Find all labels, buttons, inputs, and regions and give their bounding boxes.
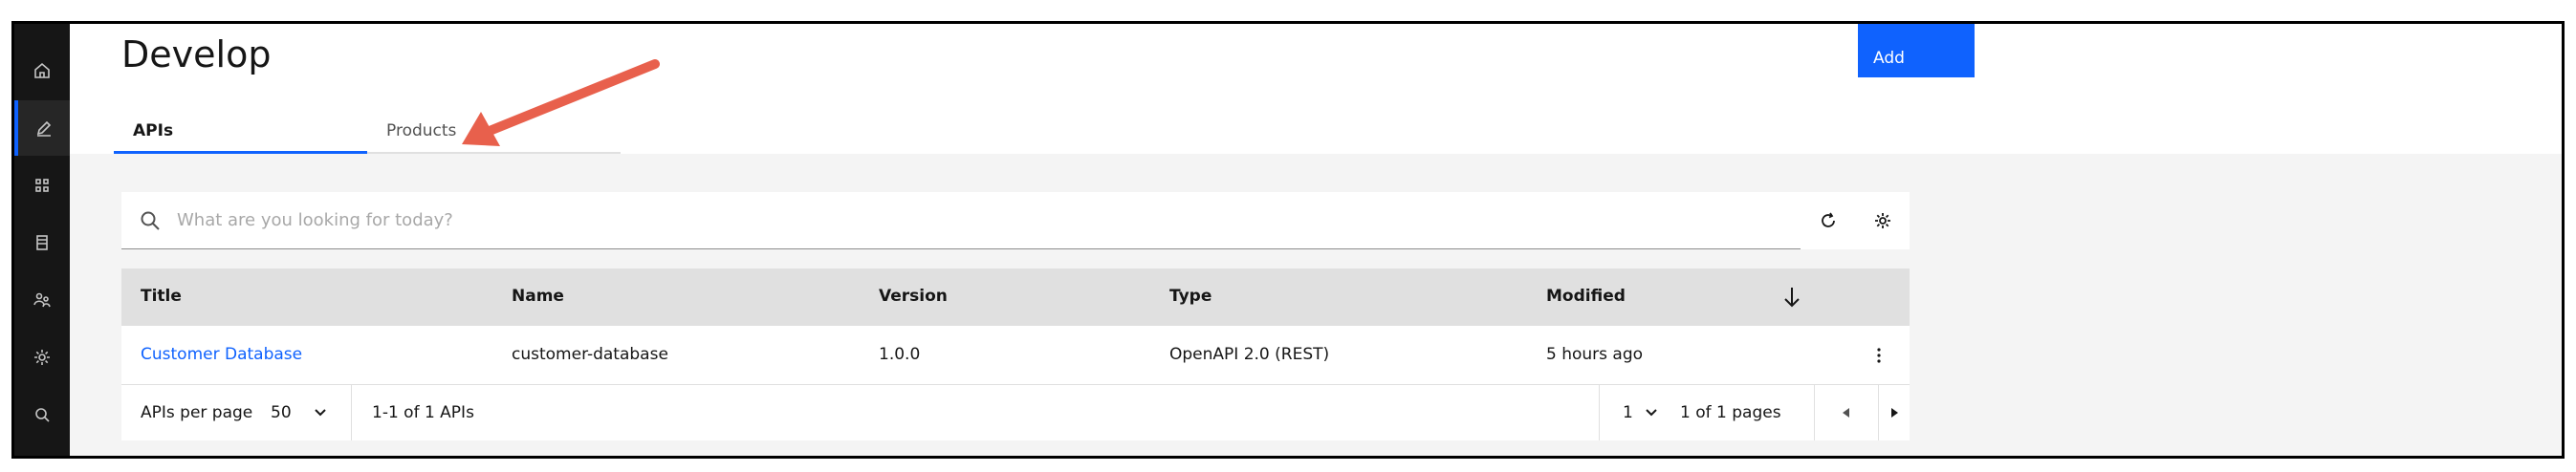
api-version: 1.0.0: [879, 345, 921, 364]
column-header-version[interactable]: Version: [879, 287, 948, 306]
chevron-down-icon[interactable]: [1644, 404, 1659, 419]
caret-left-icon: [1843, 408, 1849, 418]
search-field: [121, 192, 1801, 249]
page-header: Develop Add APIs Products: [70, 24, 2562, 154]
nav-catalog[interactable]: [14, 215, 70, 270]
table-row[interactable]: Customer Database customer-database 1.0.…: [121, 326, 1910, 385]
table-settings-button[interactable]: [1855, 192, 1910, 249]
api-modified: 5 hours ago: [1546, 345, 1644, 364]
search-input[interactable]: [177, 192, 1783, 247]
search-bar: [121, 192, 1910, 249]
sort-descending-icon[interactable]: [1780, 284, 1803, 311]
app-frame: Develop Add APIs Products Title Name Ver…: [11, 21, 2565, 459]
column-header-type[interactable]: Type: [1169, 287, 1212, 306]
search-icon: [141, 211, 160, 230]
items-per-page-select[interactable]: 50: [271, 403, 292, 422]
refresh-icon: [1821, 212, 1835, 227]
pagination: APIs per page 50 1-1 of 1 APIs 1 1 of 1 …: [121, 385, 1910, 440]
divider: [351, 385, 352, 440]
caret-right-icon: [1891, 408, 1898, 418]
nav-manage[interactable]: [14, 158, 70, 213]
nav-search[interactable]: [14, 387, 70, 442]
tab-apis[interactable]: APIs: [114, 118, 367, 154]
home-icon: [34, 62, 50, 78]
grid-icon: [35, 179, 49, 192]
nav-develop[interactable]: [14, 100, 70, 156]
column-header-title[interactable]: Title: [141, 287, 182, 306]
side-nav-rail: [14, 24, 70, 456]
api-name: customer-database: [512, 345, 668, 364]
refresh-button[interactable]: [1801, 192, 1855, 249]
api-title-link[interactable]: Customer Database: [141, 345, 302, 364]
apis-table: Title Name Version Type Modified Custome…: [121, 268, 1910, 440]
nav-home[interactable]: [14, 43, 70, 98]
divider: [1599, 385, 1600, 440]
previous-page-button[interactable]: [1815, 385, 1878, 440]
add-button[interactable]: Add: [1858, 24, 1975, 77]
item-range-text: 1-1 of 1 APIs: [372, 403, 474, 422]
nav-settings[interactable]: [14, 330, 70, 385]
catalog-icon: [36, 235, 48, 250]
api-type: OpenAPI 2.0 (REST): [1169, 345, 1330, 364]
items-per-page-label: APIs per page: [141, 403, 253, 422]
table-header-row: Title Name Version Type Modified: [121, 268, 1910, 326]
annotation-arrow: [462, 59, 660, 146]
page-title: Develop: [121, 33, 272, 75]
edit-icon: [36, 120, 52, 137]
page-range-text: 1 of 1 pages: [1680, 403, 1781, 422]
settings-icon: [34, 350, 50, 365]
next-page-button[interactable]: [1879, 385, 1910, 440]
settings-icon: [1874, 213, 1890, 228]
nav-members[interactable]: [14, 272, 70, 328]
column-header-modified[interactable]: Modified: [1546, 287, 1626, 306]
overflow-menu-icon[interactable]: [1869, 343, 1888, 368]
column-header-name[interactable]: Name: [512, 287, 564, 306]
page-select[interactable]: 1: [1623, 403, 1633, 422]
search-icon: [35, 408, 50, 422]
chevron-down-icon[interactable]: [313, 404, 328, 419]
users-icon: [33, 292, 51, 308]
